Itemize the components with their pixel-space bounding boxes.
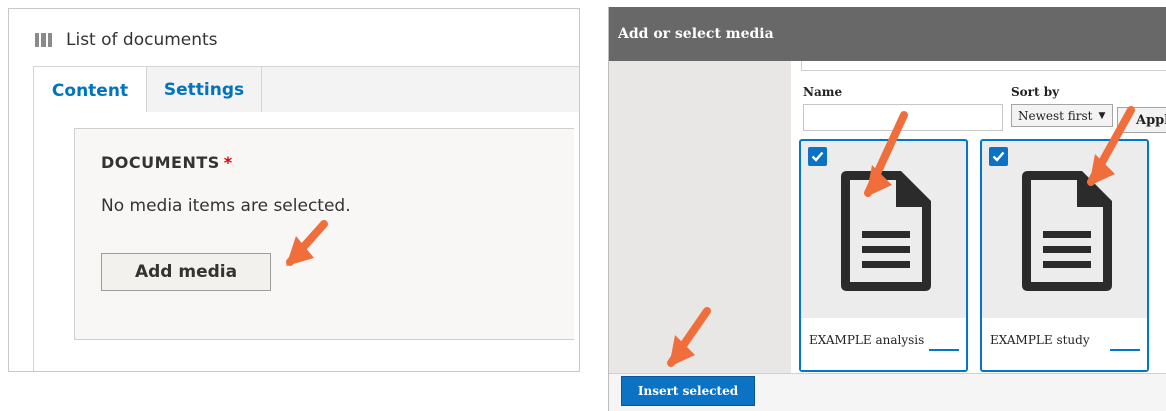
add-media-button[interactable]: Add media [101, 253, 271, 291]
documents-field: DOCUMENTS * No media items are selected. … [74, 128, 574, 340]
form-title-text: List of documents [66, 30, 218, 50]
media-type-sidebar [609, 61, 791, 373]
block-grid-icon [35, 33, 52, 47]
media-item-card[interactable]: EXAMPLE analysis [799, 139, 968, 372]
focus-underline [1110, 349, 1140, 351]
select-checkbox[interactable] [989, 147, 1008, 166]
form-title: List of documents [35, 29, 218, 51]
apply-filters-button[interactable]: Appl [1117, 107, 1166, 133]
document-icon [841, 171, 931, 291]
empty-message: No media items are selected. [101, 196, 351, 216]
tab-settings[interactable]: Settings [147, 66, 262, 114]
sort-by-select[interactable]: Newest first ▼ [1011, 104, 1113, 127]
tab-bar: Content Settings [33, 66, 579, 114]
documents-label-text: DOCUMENTS [101, 153, 220, 172]
name-filter-input[interactable] [803, 104, 1003, 131]
chevron-down-icon: ▼ [1098, 110, 1106, 121]
required-marker: * [223, 153, 233, 172]
sort-by-label: Sort by [1011, 85, 1060, 99]
dialog-title: Add or select media [609, 7, 1166, 61]
media-library-dialog: Add or select media Name Sort by Newest … [608, 7, 1166, 411]
checkmark-icon [811, 151, 824, 162]
dialog-button-pane: Insert selected [609, 373, 1166, 411]
select-checkbox[interactable] [808, 147, 827, 166]
document-icon [1022, 171, 1112, 291]
documents-label: DOCUMENTS * [101, 153, 233, 172]
tab-content[interactable]: Content [33, 66, 147, 114]
sort-by-value: Newest first [1018, 108, 1093, 123]
media-grid-area: Name Sort by Newest first ▼ Appl EXAMPLE… [791, 61, 1166, 373]
checkmark-icon [992, 151, 1005, 162]
card-footer: EXAMPLE analysis [801, 318, 966, 370]
insert-selected-button[interactable]: Insert selected [621, 376, 755, 406]
card-footer: EXAMPLE study [982, 318, 1147, 370]
focus-underline [929, 349, 959, 351]
top-divider [801, 61, 1166, 71]
media-item-name: EXAMPLE study [990, 333, 1090, 347]
media-item-card[interactable]: EXAMPLE study [980, 139, 1149, 372]
name-filter-label: Name [803, 85, 843, 99]
media-item-name: EXAMPLE analysis [809, 333, 925, 347]
